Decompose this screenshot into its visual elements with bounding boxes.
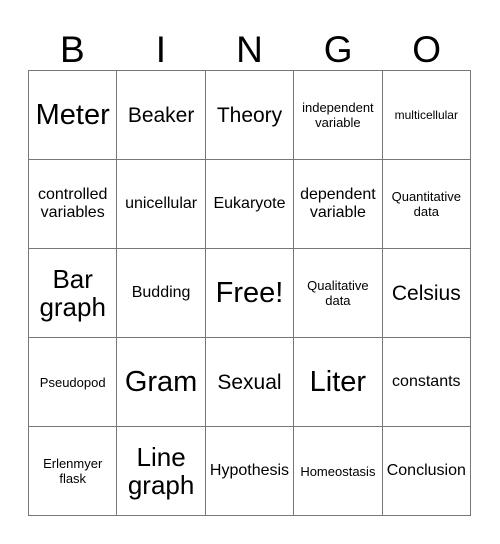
- bingo-cell-label: unicellular: [125, 195, 198, 212]
- bingo-cell[interactable]: independent variable: [294, 71, 383, 160]
- bingo-cell-label: Meter: [35, 98, 110, 131]
- bingo-cell-label: Hypothesis: [209, 462, 290, 479]
- bingo-cell-label: Bar graph: [39, 264, 106, 322]
- bingo-cell[interactable]: Pseudopod: [29, 338, 118, 427]
- bingo-cell[interactable]: Meter: [29, 71, 118, 160]
- bingo-header-letter-g: G: [323, 29, 353, 70]
- bingo-cell-label: constants: [392, 373, 461, 390]
- bingo-cell-label: Liter: [309, 365, 367, 398]
- bingo-cell[interactable]: constants: [382, 338, 471, 427]
- bingo-cell[interactable]: Erlenmyer flask: [29, 427, 118, 516]
- bingo-cell-label: Celsius: [391, 281, 461, 305]
- bingo-cell[interactable]: Budding: [117, 249, 206, 338]
- bingo-cell-label: Gram: [124, 365, 198, 398]
- bingo-cell-label: Budding: [131, 284, 191, 301]
- bingo-cell-label: multicellular: [394, 108, 458, 122]
- bingo-cell[interactable]: controlled variables: [29, 160, 118, 249]
- bingo-cell[interactable]: dependent variable: [294, 160, 383, 249]
- bingo-cell[interactable]: Conclusion: [382, 427, 471, 516]
- bingo-cell[interactable]: Liter: [294, 338, 383, 427]
- bingo-cell[interactable]: Homeostasis: [294, 427, 383, 516]
- bingo-cell[interactable]: Line graph: [117, 427, 206, 516]
- bingo-cell-label: Theory: [216, 103, 283, 127]
- bingo-header-row: B I N G O: [28, 22, 471, 70]
- bingo-cell-label: independent variable: [302, 100, 374, 130]
- bingo-cell-label: Eukaryote: [213, 195, 286, 212]
- bingo-cell[interactable]: Quantitative data: [382, 160, 471, 249]
- bingo-cell[interactable]: unicellular: [117, 160, 206, 249]
- bingo-cell[interactable]: multicellular: [382, 71, 471, 160]
- bingo-cell[interactable]: Beaker: [117, 71, 206, 160]
- bingo-cell[interactable]: Sexual: [205, 338, 295, 427]
- bingo-cell[interactable]: Eukaryote: [205, 160, 295, 249]
- bingo-cell[interactable]: Qualitative data: [294, 249, 383, 338]
- bingo-grid: Meter Beaker Theory independent variable mult…: [28, 70, 471, 516]
- bingo-header-letter-n: N: [236, 29, 263, 70]
- bingo-header-letter-o: O: [412, 29, 442, 70]
- bingo-cell[interactable]: Bar graph: [29, 249, 118, 338]
- bingo-cell-label: controlled variables: [38, 186, 108, 221]
- bingo-cell[interactable]: Gram: [117, 338, 206, 427]
- bingo-cell-label: Qualitative data: [307, 278, 369, 308]
- bingo-card: B I N G O Meter Beaker Theory independent va…: [0, 0, 500, 544]
- bingo-cell-label: Line graph: [127, 442, 195, 500]
- bingo-cell-label: Quantitative data: [391, 189, 461, 219]
- bingo-cell-label: dependent variable: [300, 186, 376, 221]
- bingo-header-letter-b: B: [59, 29, 85, 70]
- bingo-cell[interactable]: Theory: [205, 71, 295, 160]
- bingo-cell-label: Sexual: [217, 370, 282, 394]
- bingo-cell-label: Beaker: [127, 103, 195, 127]
- bingo-cell-label: Free!: [215, 276, 284, 309]
- bingo-cell-free-space[interactable]: Free!: [205, 249, 295, 338]
- bingo-cell-label: Pseudopod: [39, 374, 106, 390]
- bingo-header-letter-i: I: [155, 29, 167, 70]
- bingo-cell-label: Homeostasis: [300, 463, 376, 479]
- bingo-cell-label: Erlenmyer flask: [43, 456, 103, 486]
- bingo-cell[interactable]: Celsius: [382, 249, 471, 338]
- bingo-cell[interactable]: Hypothesis: [205, 427, 295, 516]
- bingo-cell-label: Conclusion: [386, 462, 466, 479]
